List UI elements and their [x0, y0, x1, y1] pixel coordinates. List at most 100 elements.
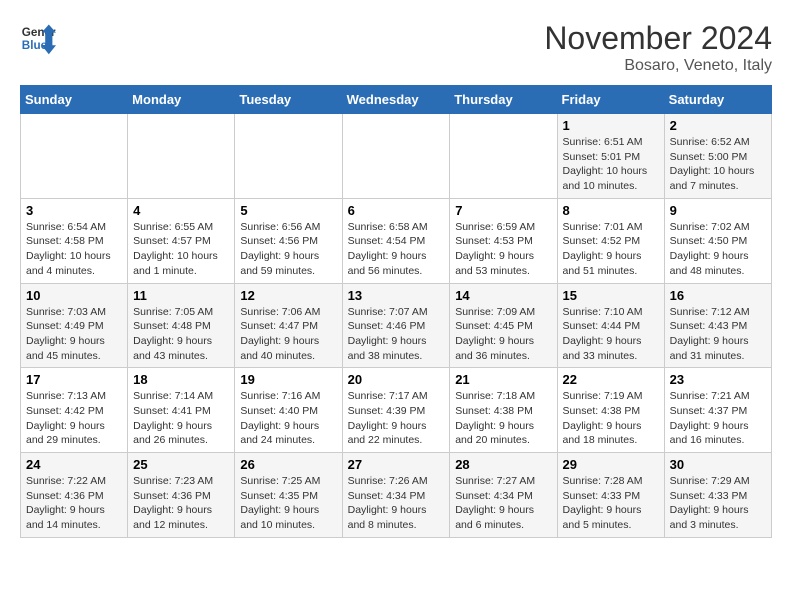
day-cell: 6 Sunrise: 6:58 AM Sunset: 4:54 PM Daylig… — [342, 198, 450, 283]
day-cell: 3 Sunrise: 6:54 AM Sunset: 4:58 PM Daylig… — [21, 198, 128, 283]
day-info: Sunrise: 7:23 AM Sunset: 4:36 PM Dayligh… — [133, 474, 229, 533]
week-row-1: 1 Sunrise: 6:51 AM Sunset: 5:01 PM Daylig… — [21, 114, 772, 199]
day-number: 24 — [26, 457, 122, 472]
day-info: Sunrise: 6:58 AM Sunset: 4:54 PM Dayligh… — [348, 220, 445, 279]
title-block: November 2024 Bosaro, Veneto, Italy — [544, 20, 772, 75]
day-info: Sunrise: 7:14 AM Sunset: 4:41 PM Dayligh… — [133, 389, 229, 448]
day-number: 9 — [670, 203, 766, 218]
day-info: Sunrise: 7:27 AM Sunset: 4:34 PM Dayligh… — [455, 474, 551, 533]
day-info: Sunrise: 7:10 AM Sunset: 4:44 PM Dayligh… — [563, 305, 659, 364]
day-number: 30 — [670, 457, 766, 472]
day-cell: 14 Sunrise: 7:09 AM Sunset: 4:45 PM Dayli… — [450, 283, 557, 368]
day-number: 29 — [563, 457, 659, 472]
day-cell: 29Sunrise: 7:28 AM Sunset: 4:33 PM Dayli… — [557, 453, 664, 538]
day-number: 4 — [133, 203, 229, 218]
day-number: 14 — [455, 288, 551, 303]
day-cell: 27 Sunrise: 7:26 AM Sunset: 4:34 PM Dayli… — [342, 453, 450, 538]
day-cell: 23 Sunrise: 7:21 AM Sunset: 4:37 PM Dayli… — [664, 368, 771, 453]
day-number: 6 — [348, 203, 445, 218]
day-info: Sunrise: 7:22 AM Sunset: 4:36 PM Dayligh… — [26, 474, 122, 533]
day-number: 22 — [563, 372, 659, 387]
day-number: 1 — [563, 118, 659, 133]
week-row-5: 24 Sunrise: 7:22 AM Sunset: 4:36 PM Dayli… — [21, 453, 772, 538]
day-number: 12 — [240, 288, 336, 303]
day-cell: 28Sunrise: 7:27 AM Sunset: 4:34 PM Dayli… — [450, 453, 557, 538]
day-cell — [450, 114, 557, 199]
day-number: 16 — [670, 288, 766, 303]
day-cell: 19Sunrise: 7:16 AM Sunset: 4:40 PM Dayli… — [235, 368, 342, 453]
day-cell: 4 Sunrise: 6:55 AM Sunset: 4:57 PM Daylig… — [128, 198, 235, 283]
day-info: Sunrise: 6:51 AM Sunset: 5:01 PM Dayligh… — [563, 135, 659, 194]
day-info: Sunrise: 7:12 AM Sunset: 4:43 PM Dayligh… — [670, 305, 766, 364]
day-number: 5 — [240, 203, 336, 218]
weekday-header-row: SundayMondayTuesdayWednesdayThursdayFrid… — [21, 86, 772, 114]
day-info: Sunrise: 7:13 AM Sunset: 4:42 PM Dayligh… — [26, 389, 122, 448]
weekday-header-sunday: Sunday — [21, 86, 128, 114]
day-cell: 13Sunrise: 7:07 AM Sunset: 4:46 PM Dayli… — [342, 283, 450, 368]
day-info: Sunrise: 7:01 AM Sunset: 4:52 PM Dayligh… — [563, 220, 659, 279]
day-info: Sunrise: 7:05 AM Sunset: 4:48 PM Dayligh… — [133, 305, 229, 364]
day-cell — [21, 114, 128, 199]
day-info: Sunrise: 7:18 AM Sunset: 4:38 PM Dayligh… — [455, 389, 551, 448]
day-cell: 24 Sunrise: 7:22 AM Sunset: 4:36 PM Dayli… — [21, 453, 128, 538]
day-cell: 7 Sunrise: 6:59 AM Sunset: 4:53 PM Daylig… — [450, 198, 557, 283]
day-cell: 10Sunrise: 7:03 AM Sunset: 4:49 PM Dayli… — [21, 283, 128, 368]
day-info: Sunrise: 7:26 AM Sunset: 4:34 PM Dayligh… — [348, 474, 445, 533]
weekday-header-monday: Monday — [128, 86, 235, 114]
day-number: 11 — [133, 288, 229, 303]
day-info: Sunrise: 6:54 AM Sunset: 4:58 PM Dayligh… — [26, 220, 122, 279]
weekday-header-wednesday: Wednesday — [342, 86, 450, 114]
day-cell: 20 Sunrise: 7:17 AM Sunset: 4:39 PM Dayli… — [342, 368, 450, 453]
day-info: Sunrise: 6:52 AM Sunset: 5:00 PM Dayligh… — [670, 135, 766, 194]
day-info: Sunrise: 6:55 AM Sunset: 4:57 PM Dayligh… — [133, 220, 229, 279]
day-number: 20 — [348, 372, 445, 387]
day-number: 27 — [348, 457, 445, 472]
day-cell: 18 Sunrise: 7:14 AM Sunset: 4:41 PM Dayli… — [128, 368, 235, 453]
day-cell: 26Sunrise: 7:25 AM Sunset: 4:35 PM Dayli… — [235, 453, 342, 538]
day-cell: 16 Sunrise: 7:12 AM Sunset: 4:43 PM Dayli… — [664, 283, 771, 368]
location: Bosaro, Veneto, Italy — [544, 57, 772, 75]
day-info: Sunrise: 7:07 AM Sunset: 4:46 PM Dayligh… — [348, 305, 445, 364]
day-cell: 1 Sunrise: 6:51 AM Sunset: 5:01 PM Daylig… — [557, 114, 664, 199]
page-header: General Blue November 2024 Bosaro, Venet… — [20, 20, 772, 75]
day-info: Sunrise: 6:59 AM Sunset: 4:53 PM Dayligh… — [455, 220, 551, 279]
day-cell: 15 Sunrise: 7:10 AM Sunset: 4:44 PM Dayli… — [557, 283, 664, 368]
day-info: Sunrise: 7:19 AM Sunset: 4:38 PM Dayligh… — [563, 389, 659, 448]
day-cell: 11 Sunrise: 7:05 AM Sunset: 4:48 PM Dayli… — [128, 283, 235, 368]
day-cell: 21Sunrise: 7:18 AM Sunset: 4:38 PM Dayli… — [450, 368, 557, 453]
day-info: Sunrise: 6:56 AM Sunset: 4:56 PM Dayligh… — [240, 220, 336, 279]
day-cell: 17 Sunrise: 7:13 AM Sunset: 4:42 PM Dayli… — [21, 368, 128, 453]
day-cell: 30 Sunrise: 7:29 AM Sunset: 4:33 PM Dayli… — [664, 453, 771, 538]
weekday-header-thursday: Thursday — [450, 86, 557, 114]
day-number: 25 — [133, 457, 229, 472]
day-number: 15 — [563, 288, 659, 303]
day-info: Sunrise: 7:09 AM Sunset: 4:45 PM Dayligh… — [455, 305, 551, 364]
day-cell: 22 Sunrise: 7:19 AM Sunset: 4:38 PM Dayli… — [557, 368, 664, 453]
day-number: 17 — [26, 372, 122, 387]
day-number: 23 — [670, 372, 766, 387]
day-cell: 9Sunrise: 7:02 AM Sunset: 4:50 PM Daylig… — [664, 198, 771, 283]
day-cell — [342, 114, 450, 199]
weekday-header-tuesday: Tuesday — [235, 86, 342, 114]
day-info: Sunrise: 7:21 AM Sunset: 4:37 PM Dayligh… — [670, 389, 766, 448]
day-number: 3 — [26, 203, 122, 218]
day-info: Sunrise: 7:29 AM Sunset: 4:33 PM Dayligh… — [670, 474, 766, 533]
calendar-table: SundayMondayTuesdayWednesdayThursdayFrid… — [20, 85, 772, 538]
day-cell — [128, 114, 235, 199]
day-info: Sunrise: 7:06 AM Sunset: 4:47 PM Dayligh… — [240, 305, 336, 364]
weekday-header-friday: Friday — [557, 86, 664, 114]
day-number: 8 — [563, 203, 659, 218]
day-number: 19 — [240, 372, 336, 387]
day-number: 7 — [455, 203, 551, 218]
day-cell: 8 Sunrise: 7:01 AM Sunset: 4:52 PM Daylig… — [557, 198, 664, 283]
day-cell: 25 Sunrise: 7:23 AM Sunset: 4:36 PM Dayli… — [128, 453, 235, 538]
day-info: Sunrise: 7:17 AM Sunset: 4:39 PM Dayligh… — [348, 389, 445, 448]
week-row-4: 17 Sunrise: 7:13 AM Sunset: 4:42 PM Dayli… — [21, 368, 772, 453]
day-number: 18 — [133, 372, 229, 387]
day-cell: 12 Sunrise: 7:06 AM Sunset: 4:47 PM Dayli… — [235, 283, 342, 368]
day-cell — [235, 114, 342, 199]
day-cell: 5 Sunrise: 6:56 AM Sunset: 4:56 PM Daylig… — [235, 198, 342, 283]
week-row-2: 3 Sunrise: 6:54 AM Sunset: 4:58 PM Daylig… — [21, 198, 772, 283]
day-number: 2 — [670, 118, 766, 133]
logo: General Blue — [20, 20, 56, 56]
